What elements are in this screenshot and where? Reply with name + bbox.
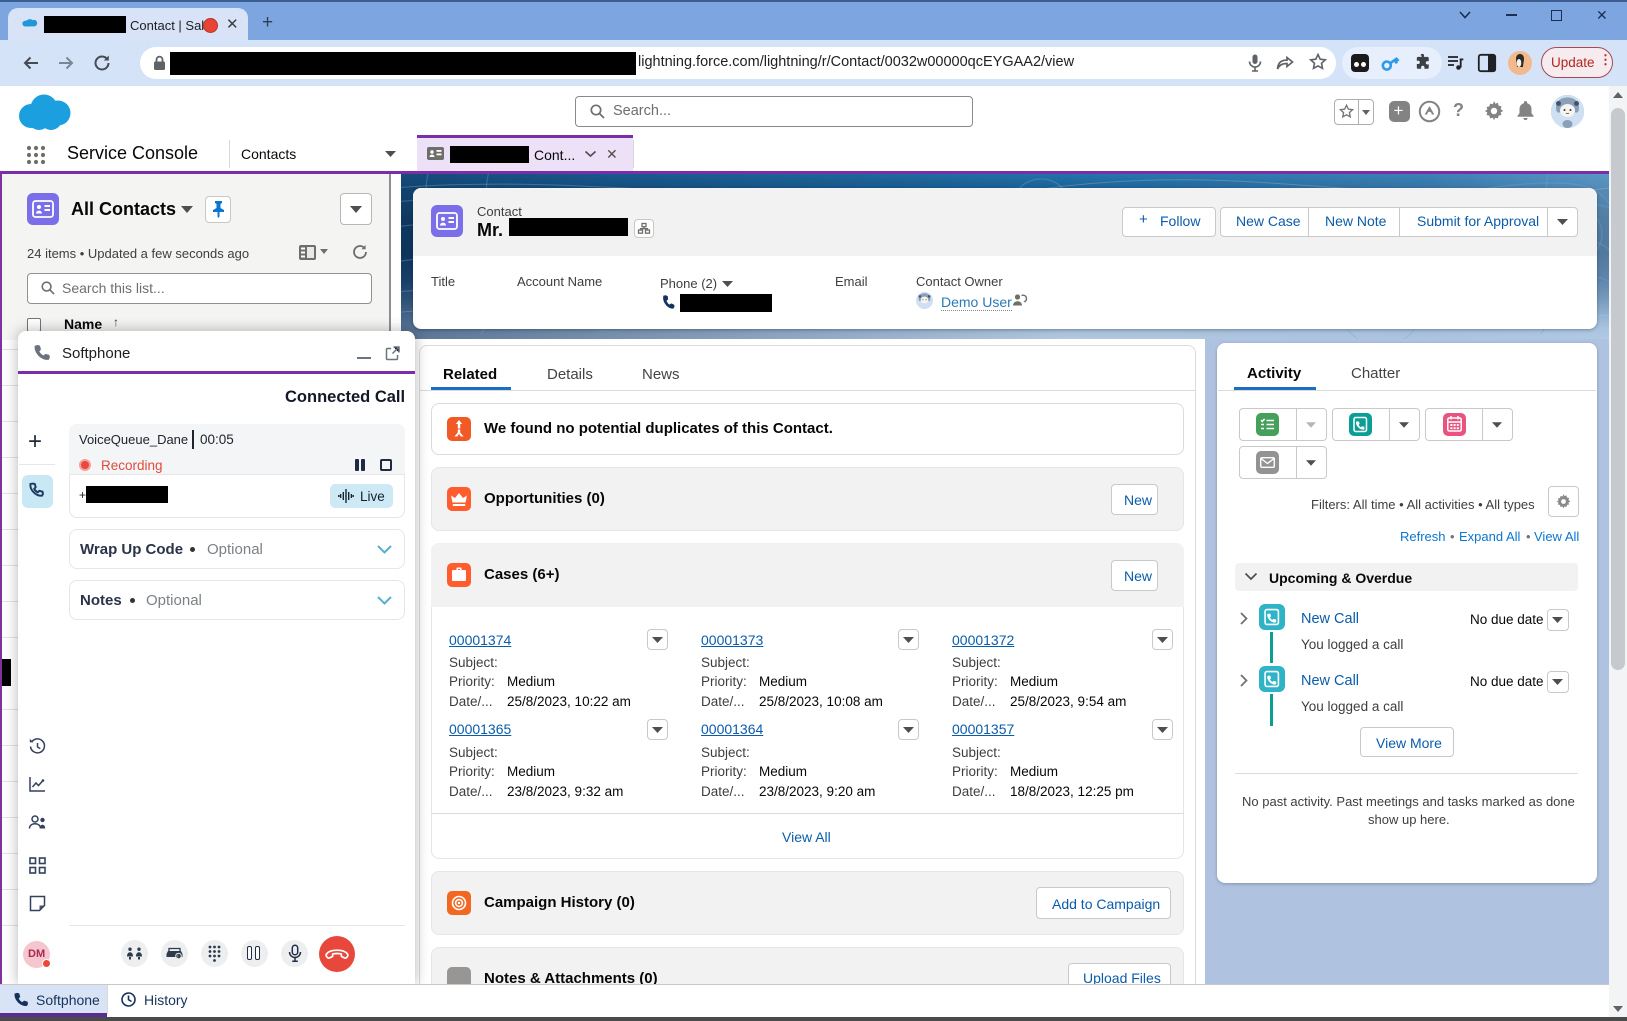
svg-text:i: i — [177, 954, 178, 959]
